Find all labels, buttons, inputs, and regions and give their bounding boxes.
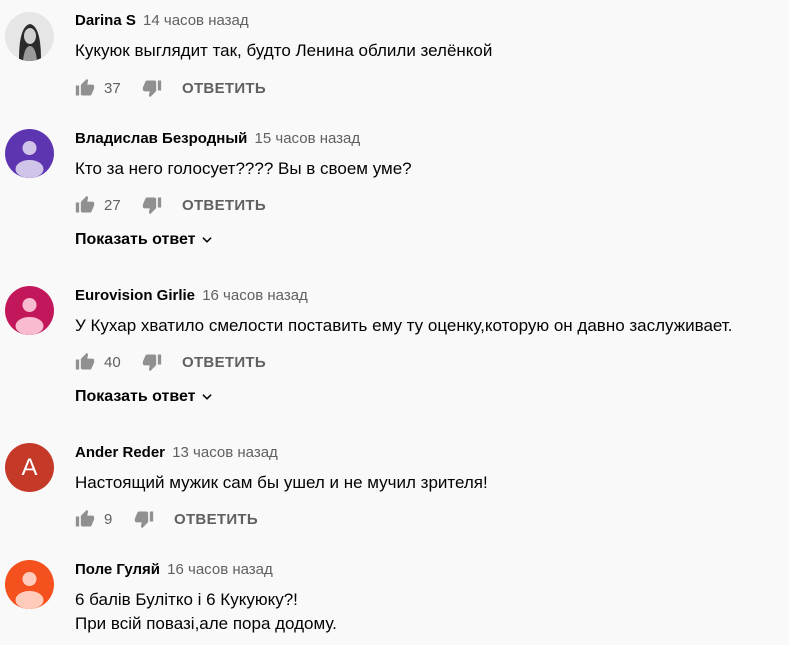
chevron-down-icon	[201, 237, 212, 243]
thumb-down-icon[interactable]	[142, 78, 162, 98]
comment-header: Darina S 14 часов назад	[75, 12, 249, 29]
reply-button[interactable]: ОТВЕТИТЬ	[182, 80, 266, 97]
author-name[interactable]: Eurovision Girlie	[75, 287, 195, 304]
show-replies-button[interactable]: Показать ответ	[75, 231, 214, 249]
comment-header: Поле Гуляй 16 часов назад	[75, 561, 273, 578]
comment-line: Кукуюк выглядит так, будто Ленина облили…	[75, 41, 493, 60]
reply-button[interactable]: ОТВЕТИТЬ	[182, 197, 266, 214]
thumb-up-icon[interactable]	[75, 195, 95, 215]
avatar[interactable]	[5, 129, 54, 178]
comment-line: При всій повазі,але пора додому.	[75, 614, 337, 633]
reply-button[interactable]: ОТВЕТИТЬ	[174, 511, 258, 528]
thumb-up-icon[interactable]	[75, 509, 95, 529]
avatar[interactable]	[5, 286, 54, 335]
avatar[interactable]	[5, 12, 54, 61]
author-name[interactable]: Ander Reder	[75, 444, 165, 461]
show-replies-button[interactable]: Показать ответ	[75, 388, 214, 406]
like-count: 37	[104, 79, 121, 97]
comment-line: Настоящий мужик сам бы ушел и не мучил з…	[75, 473, 488, 492]
thumb-down-icon[interactable]	[142, 195, 162, 215]
comment-line: Кто за него голосует???? Вы в своем уме?	[75, 159, 412, 178]
show-replies-label: Показать ответ	[75, 388, 196, 405]
comment-actions: 40 ОТВЕТИТЬ	[75, 350, 266, 374]
comment-header: Eurovision Girlie 16 часов назад	[75, 287, 308, 304]
chevron-down-icon	[201, 394, 212, 400]
thumb-down-icon[interactable]	[134, 509, 154, 529]
comment-text: 6 балів Булітко і 6 Кукуюку?! При всій п…	[75, 588, 337, 636]
comment-actions: 37 ОТВЕТИТЬ	[75, 76, 266, 100]
author-name[interactable]: Владислав Безродный	[75, 130, 247, 147]
comment-text: Настоящий мужик сам бы ушел и не мучил з…	[75, 471, 488, 495]
comment-line: У Кухар хватило смелости поставить ему т…	[75, 316, 733, 335]
author-name[interactable]: Поле Гуляй	[75, 561, 160, 578]
avatar[interactable]	[5, 560, 54, 609]
comment-header: Ander Reder 13 часов назад	[75, 444, 278, 461]
comment-header: Владислав Безродный 15 часов назад	[75, 130, 360, 147]
comment-text: У Кухар хватило смелости поставить ему т…	[75, 314, 732, 338]
timestamp[interactable]: 16 часов назад	[202, 287, 308, 304]
timestamp[interactable]: 13 часов назад	[172, 444, 278, 461]
avatar[interactable]: A	[5, 443, 54, 492]
timestamp[interactable]: 16 часов назад	[167, 561, 273, 578]
show-replies-label: Показать ответ	[75, 231, 196, 248]
timestamp[interactable]: 14 часов назад	[143, 12, 249, 29]
like-count: 27	[104, 196, 121, 214]
like-count: 40	[104, 353, 121, 371]
thumb-up-icon[interactable]	[75, 352, 95, 372]
author-name[interactable]: Darina S	[75, 12, 136, 29]
comment-text: Кто за него голосует???? Вы в своем уме?	[75, 157, 412, 181]
reply-button[interactable]: ОТВЕТИТЬ	[182, 354, 266, 371]
avatar-letter: A	[5, 443, 54, 492]
comment-actions: 9 ОТВЕТИТЬ	[75, 507, 258, 531]
like-count: 9	[104, 510, 113, 528]
thumb-down-icon[interactable]	[142, 352, 162, 372]
comment-actions: 27 ОТВЕТИТЬ	[75, 193, 266, 217]
thumb-up-icon[interactable]	[75, 78, 95, 98]
comment-text: Кукуюк выглядит так, будто Ленина облили…	[75, 39, 492, 63]
comment-line: 6 балів Булітко і 6 Кукуюку?!	[75, 590, 298, 609]
timestamp[interactable]: 15 часов назад	[255, 130, 361, 147]
